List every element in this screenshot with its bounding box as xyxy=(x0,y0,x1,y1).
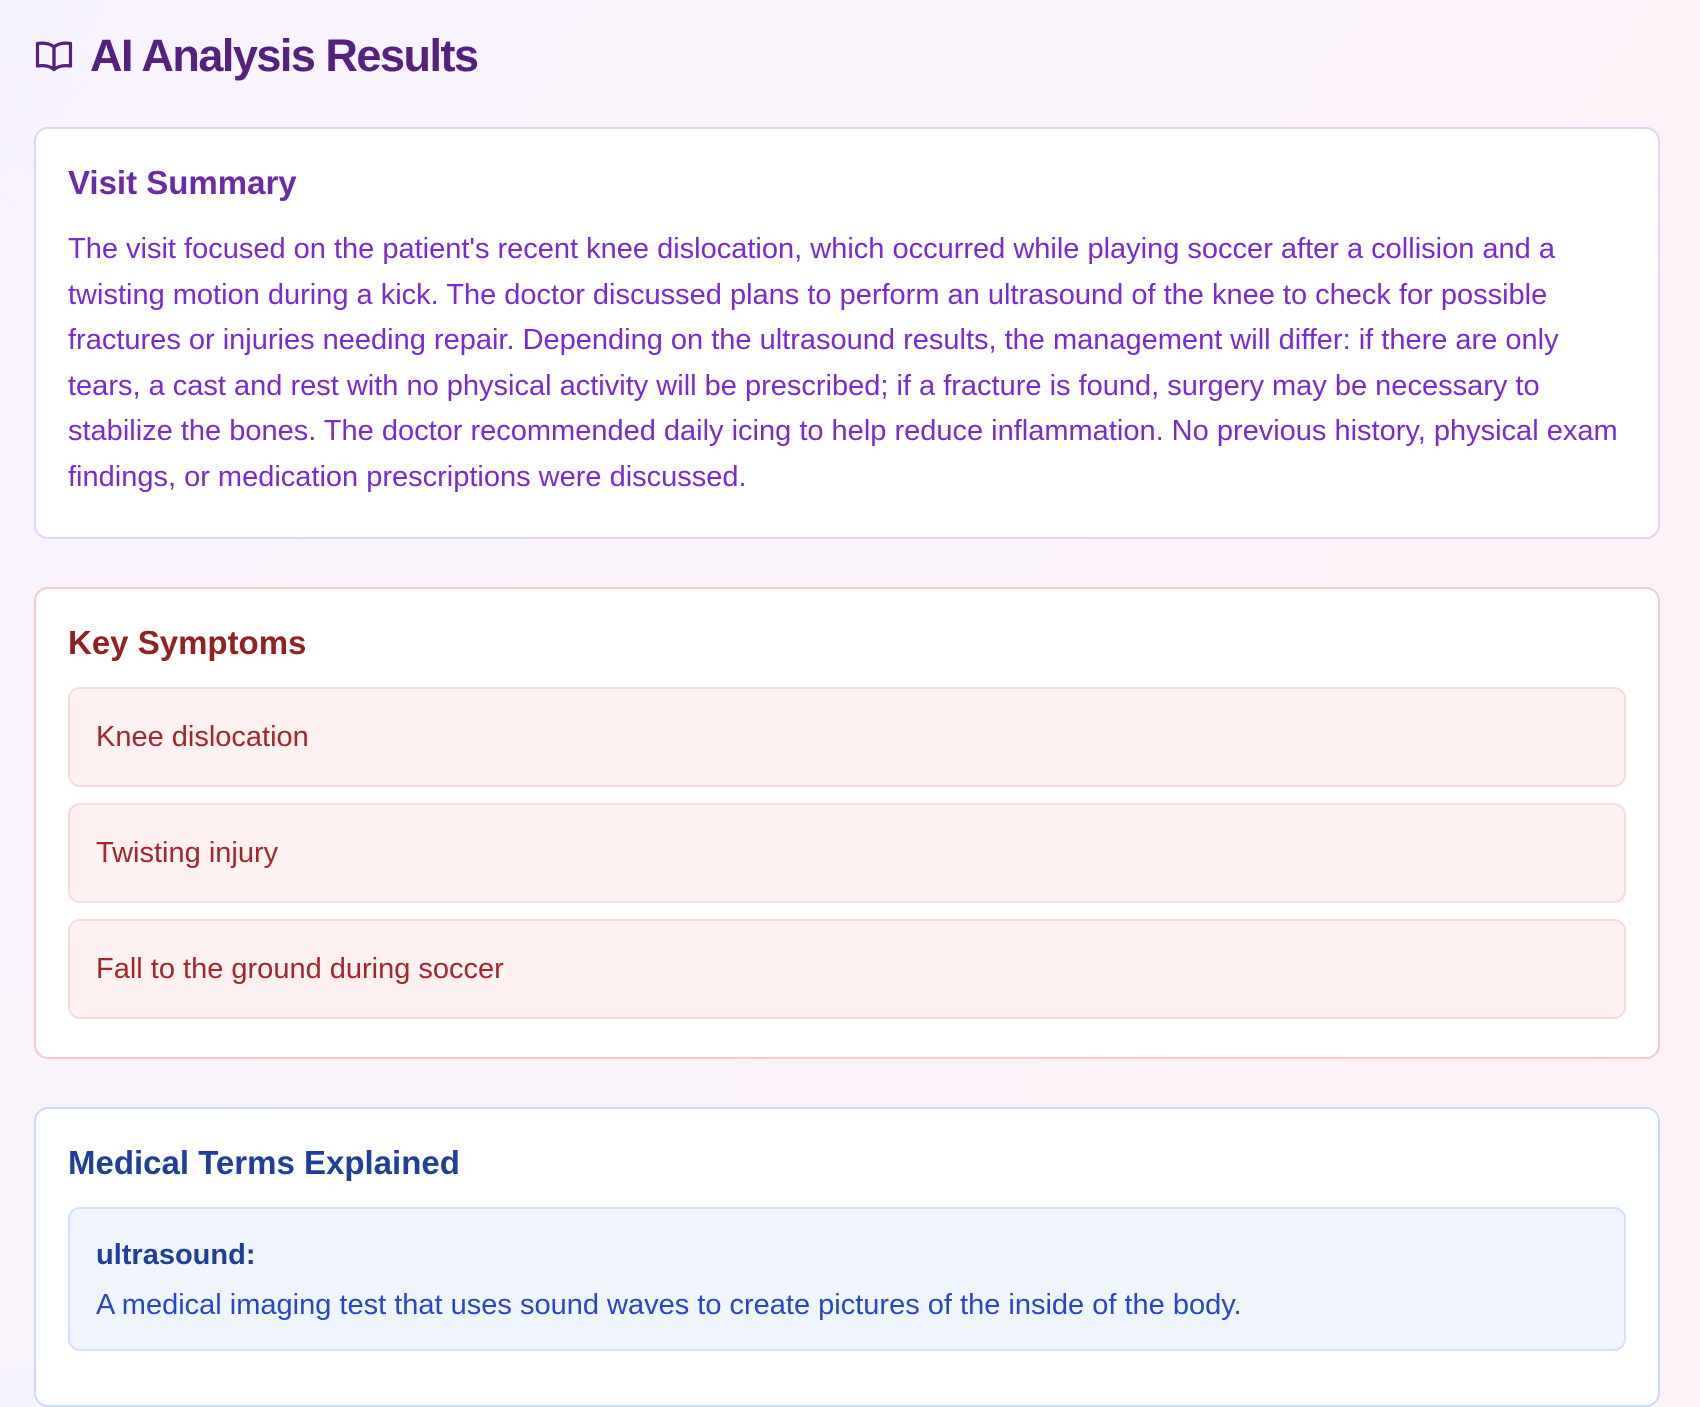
medical-terms-card: Medical Terms Explained ultrasound: A me… xyxy=(34,1107,1660,1407)
visit-summary-text: The visit focused on the patient's recen… xyxy=(68,233,1618,493)
term-item: ultrasound: A medical imaging test that … xyxy=(68,1207,1626,1351)
symptom-item: Twisting injury xyxy=(68,803,1626,903)
key-symptoms-card: Key Symptoms Knee dislocation Twisting i… xyxy=(34,587,1660,1059)
visit-summary-title: Visit Summary xyxy=(68,164,297,201)
analysis-page: AI Analysis Results Visit Summary The vi… xyxy=(0,0,1700,1407)
term-name: ultrasound: xyxy=(96,1239,256,1271)
book-open-icon xyxy=(34,36,74,76)
page-title: AI Analysis Results xyxy=(90,30,479,81)
medical-terms-title: Medical Terms Explained xyxy=(68,1144,460,1181)
symptom-item: Knee dislocation xyxy=(68,687,1626,787)
visit-summary-card: Visit Summary The visit focused on the p… xyxy=(34,127,1660,539)
term-definition: A medical imaging test that uses sound w… xyxy=(96,1289,1242,1321)
symptom-item: Fall to the ground during soccer xyxy=(68,919,1626,1019)
key-symptoms-title: Key Symptoms xyxy=(68,624,307,661)
page-header: AI Analysis Results xyxy=(34,0,1666,112)
